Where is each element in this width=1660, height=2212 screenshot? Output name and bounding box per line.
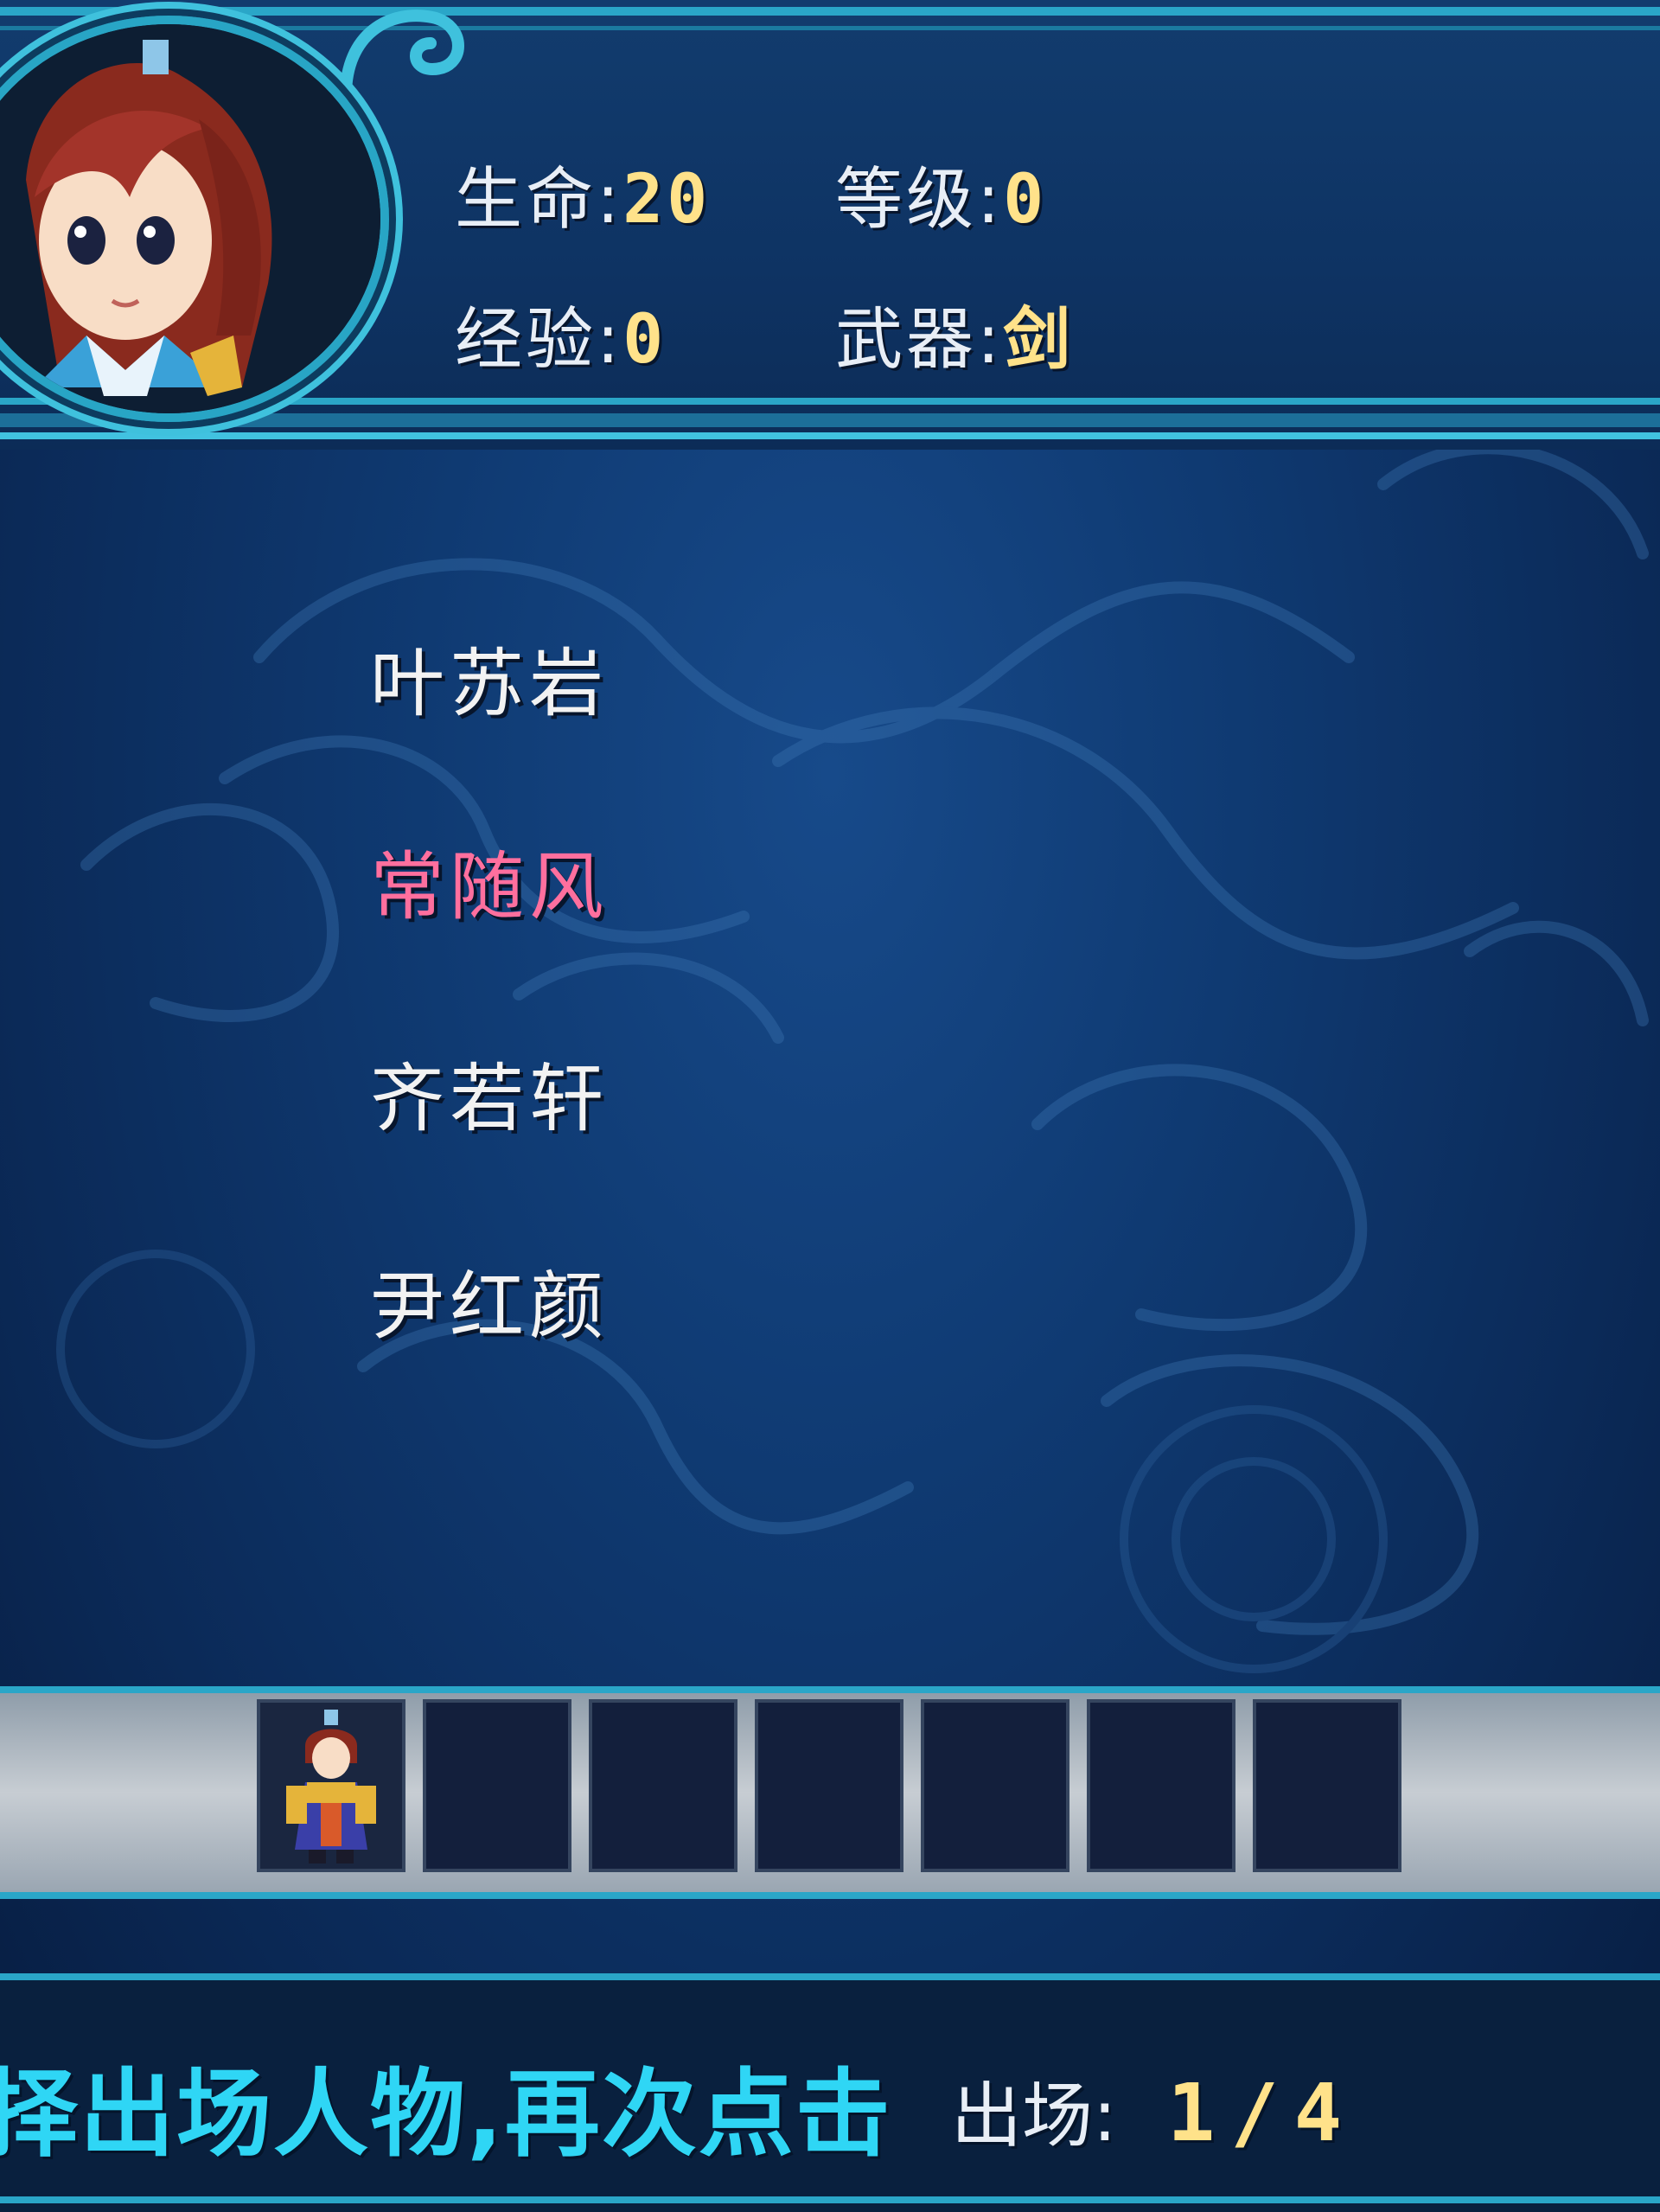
- stat-level: 等级:0: [835, 145, 1047, 242]
- stat-hp-value: 20: [622, 161, 712, 239]
- party-slot-7[interactable]: [1253, 1699, 1401, 1872]
- stat-weapon-label: 武器:: [835, 301, 1004, 379]
- stat-hp-label: 生命:: [455, 161, 623, 239]
- stat-level-value: 0: [1003, 161, 1048, 239]
- party-slot-2[interactable]: [423, 1699, 571, 1872]
- deploy-label: 出场:: [951, 2058, 1124, 2161]
- stat-weapon: 武器:剑: [835, 285, 1074, 382]
- party-slot-5[interactable]: [921, 1699, 1069, 1872]
- character-option-2[interactable]: 常随风: [370, 826, 609, 934]
- stat-level-label: 等级:: [835, 161, 1004, 239]
- hero-portrait-avatar: [0, 24, 380, 413]
- party-slot-3[interactable]: [589, 1699, 737, 1872]
- character-option-4[interactable]: 尹红颜: [370, 1245, 609, 1353]
- header-border-bottom-band: [0, 413, 1660, 427]
- party-slot-6[interactable]: [1087, 1699, 1235, 1872]
- header-border-bottom-outer: [0, 432, 1660, 439]
- deploy-count: 1/4: [1167, 2067, 1358, 2159]
- stat-exp-label: 经验:: [455, 301, 623, 379]
- character-option-1[interactable]: 叶苏岩: [370, 623, 609, 731]
- footer-border-bottom: [0, 2196, 1660, 2203]
- stat-weapon-value: 剑: [1003, 301, 1075, 379]
- character-option-3[interactable]: 齐若轩: [370, 1038, 609, 1146]
- hero-sprite-icon: [286, 1710, 376, 1864]
- stat-exp-value: 0: [622, 301, 667, 379]
- stat-hp: 生命:20: [455, 145, 711, 242]
- footer-border-top: [0, 1973, 1660, 1980]
- hero-portrait-frame: [0, 16, 389, 422]
- header-border-top: [0, 7, 1660, 16]
- party-slot-1[interactable]: [257, 1699, 405, 1872]
- stat-exp: 经验:0: [455, 285, 667, 382]
- instruction-hint: 择出场人物,再次点击: [0, 2059, 892, 2170]
- party-slot-4[interactable]: [755, 1699, 903, 1872]
